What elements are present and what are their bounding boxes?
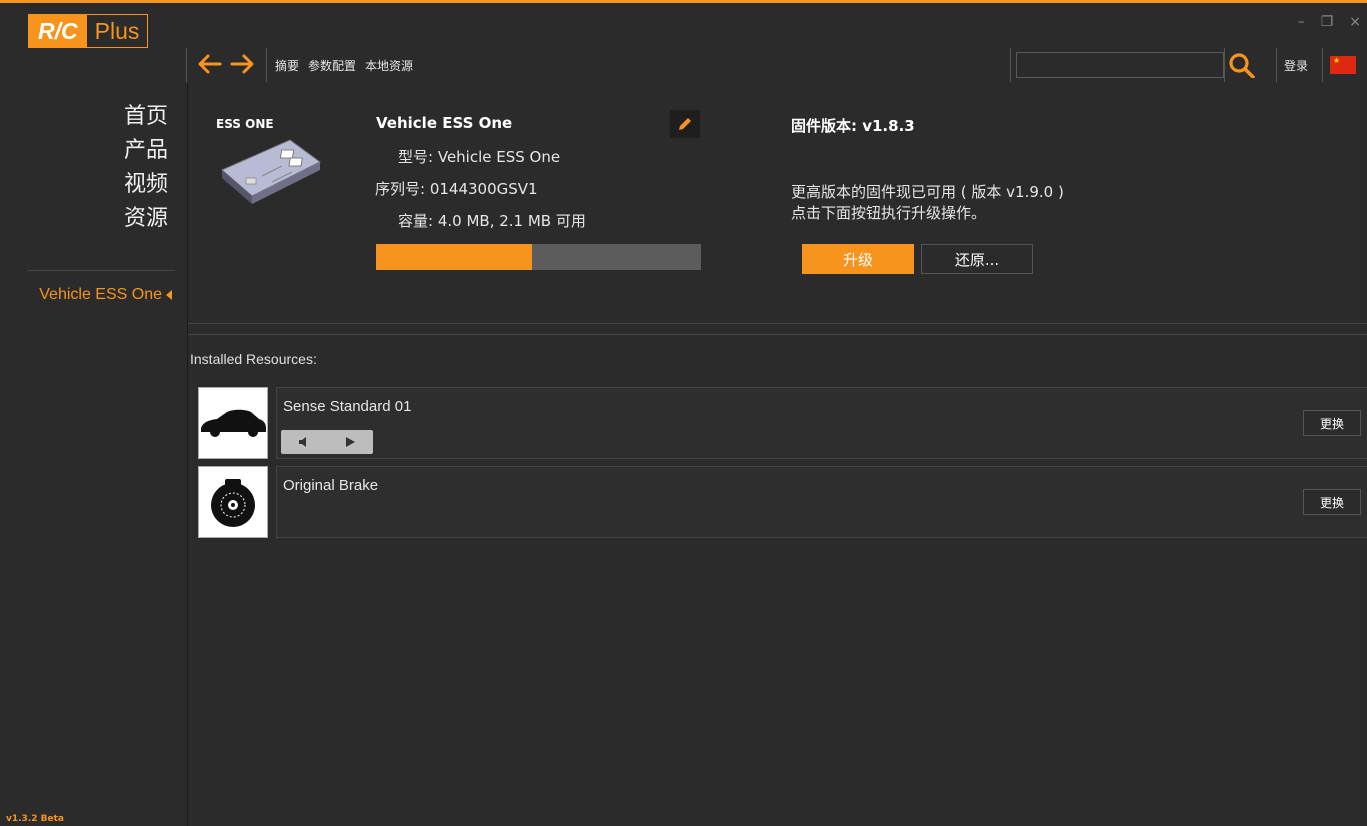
list-item: Sense Standard 01 更换: [196, 387, 1367, 459]
resource-name: Sense Standard 01: [283, 398, 412, 415]
arrow-left-icon: [198, 54, 222, 74]
app-logo: R/C Plus: [28, 14, 149, 48]
sidebar-item-products[interactable]: 产品: [124, 134, 168, 168]
device-name: Vehicle ESS One: [376, 114, 513, 132]
tab-summary[interactable]: 摘要: [275, 57, 299, 74]
login-link[interactable]: 登录: [1284, 57, 1308, 74]
toolbar-divider: [1010, 48, 1011, 82]
search-button[interactable]: [1228, 52, 1256, 79]
restore-button[interactable]: 还原...: [921, 244, 1033, 274]
device-image-icon: [221, 139, 321, 204]
resource-card[interactable]: Sense Standard 01 更换: [276, 387, 1367, 459]
model-row: 型号: Vehicle ESS One: [398, 146, 560, 167]
audio-controls: [281, 430, 373, 454]
pencil-icon: [679, 118, 691, 130]
sidebar-divider: [27, 270, 175, 271]
search-input[interactable]: [1016, 52, 1224, 78]
restore-window-button[interactable]: ❐: [1321, 14, 1334, 30]
toolbar-divider: [1276, 48, 1277, 82]
china-flag-icon[interactable]: ★: [1330, 56, 1356, 74]
arrow-right-icon: [230, 54, 254, 74]
window-controls: – ❐ ×: [1298, 14, 1361, 30]
sidebar-item-videos[interactable]: 视频: [124, 168, 168, 202]
sidebar: 首页 产品 视频 资源 Vehicle ESS One: [0, 86, 186, 826]
model-label: 型号:: [398, 148, 434, 166]
capacity-bar-fill: [376, 244, 532, 270]
toolbar: 摘要 参数配置 本地资源 登录 ★: [186, 48, 1367, 84]
sidebar-item-resources[interactable]: 资源: [124, 202, 168, 236]
minimize-button[interactable]: –: [1298, 14, 1305, 30]
firmware-message: 更高版本的固件现已可用 ( 版本 v1.9.0 ) 点击下面按钮执行升级操作。: [791, 182, 1064, 224]
capacity-label: 容量:: [398, 212, 434, 230]
capacity-bar: [376, 244, 701, 270]
firmware-version: 固件版本: v1.8.3: [791, 117, 915, 135]
resource-card[interactable]: Original Brake 更换: [276, 466, 1367, 538]
serial-row: 序列号: 0144300GSV1: [375, 178, 538, 199]
device-link-label: Vehicle ESS One: [39, 286, 162, 303]
device-panel: ESS ONE Vehicle ESS One 型号: Vehicle ESS …: [188, 86, 1367, 324]
brake-disc-icon: [211, 479, 255, 527]
capacity-value: 4.0 MB, 2.1 MB 可用: [437, 212, 586, 230]
logo-plus: Plus: [94, 18, 140, 44]
capacity-row: 容量: 4.0 MB, 2.1 MB 可用: [398, 210, 586, 231]
logo-rc: R/C: [29, 15, 87, 47]
close-window-button[interactable]: ×: [1349, 14, 1361, 30]
firmware-message-line1: 更高版本的固件现已可用 ( 版本 v1.9.0 ): [791, 183, 1064, 201]
resource-thumbnail: [198, 466, 268, 538]
resource-name: Original Brake: [283, 477, 379, 494]
tab-local-resources[interactable]: 本地资源: [365, 57, 413, 74]
app-version: v1.3.2 Beta: [6, 814, 64, 824]
breadcrumb: 摘要 参数配置 本地资源: [275, 57, 413, 74]
play-icon[interactable]: [344, 436, 356, 448]
firmware-message-line2: 点击下面按钮执行升级操作。: [791, 204, 987, 222]
change-resource-button[interactable]: 更换: [1303, 410, 1361, 436]
tab-parameter-config[interactable]: 参数配置: [308, 57, 356, 74]
car-silhouette-icon: [201, 409, 266, 437]
upgrade-button[interactable]: 升级: [802, 244, 914, 274]
model-value: Vehicle ESS One: [437, 148, 561, 166]
serial-label: 序列号:: [375, 180, 426, 198]
serial-value: 0144300GSV1: [429, 180, 538, 198]
toolbar-divider: [266, 48, 267, 82]
toolbar-divider: [186, 48, 187, 82]
search-icon: [1229, 53, 1255, 79]
caret-left-icon: [166, 290, 172, 300]
change-resource-button[interactable]: 更换: [1303, 489, 1361, 515]
speaker-icon[interactable]: [298, 436, 310, 448]
sidebar-item-device[interactable]: Vehicle ESS One: [39, 286, 172, 304]
edit-device-button[interactable]: [670, 110, 700, 138]
list-item: Original Brake 更换: [196, 466, 1367, 538]
back-button[interactable]: [196, 52, 222, 76]
sidebar-item-home[interactable]: 首页: [124, 100, 168, 134]
resource-thumbnail: [198, 387, 268, 459]
top-accent-bar: [0, 0, 1367, 3]
sidebar-nav: 首页 产品 视频 资源: [124, 100, 168, 236]
toolbar-divider: [1224, 48, 1225, 82]
forward-button[interactable]: [230, 52, 256, 76]
toolbar-divider: [1322, 48, 1323, 82]
resources-heading: Installed Resources:: [190, 351, 317, 367]
resources-panel: Installed Resources: Sense Standard 01 更…: [188, 334, 1367, 826]
